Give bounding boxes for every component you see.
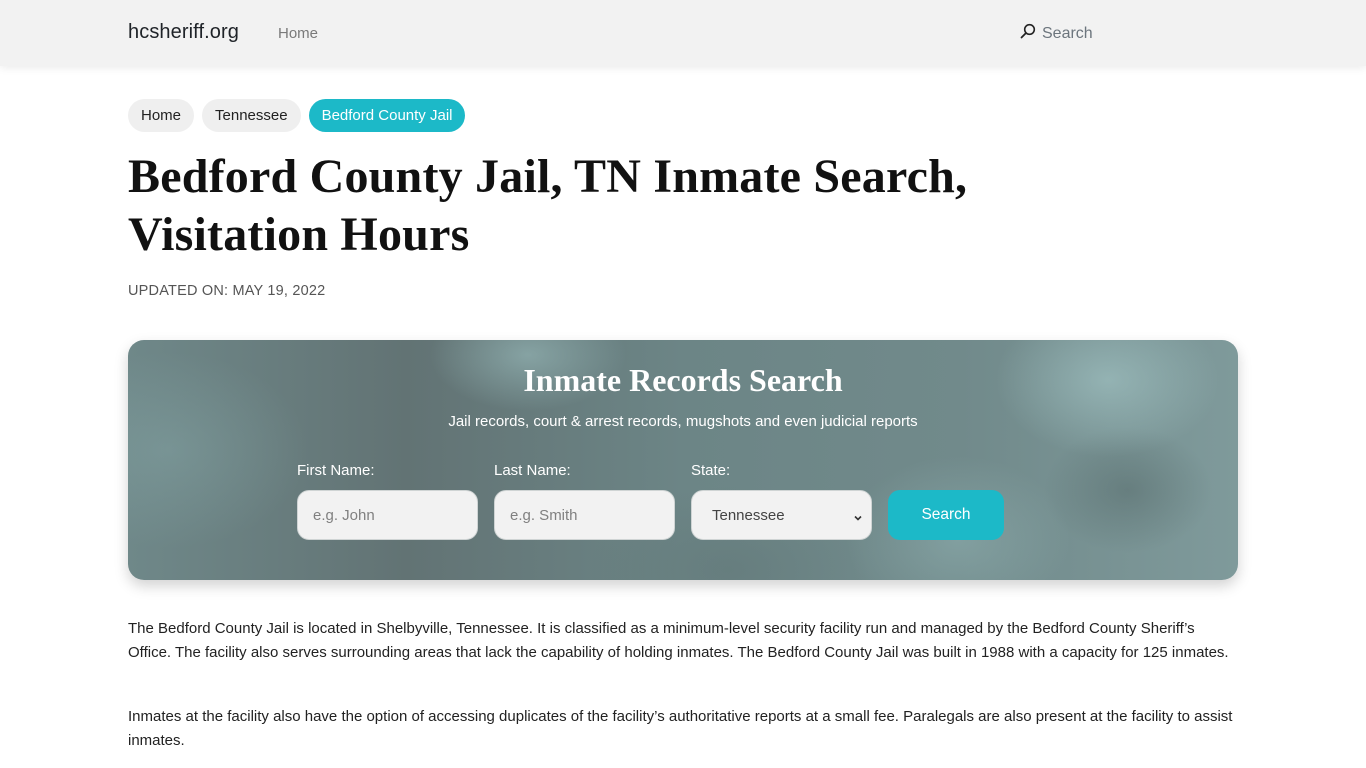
search-icon xyxy=(1020,23,1036,44)
content-paragraph: Inmates at the facility also have the op… xyxy=(128,708,1233,749)
search-button[interactable]: Search xyxy=(888,490,1004,540)
nav-home-link[interactable]: Home xyxy=(278,25,318,42)
state-select-value: Tennessee xyxy=(712,506,785,524)
breadcrumb: Home Tennessee Bedford County Jail xyxy=(128,99,466,132)
last-name-label: Last Name: xyxy=(494,462,571,479)
content-paragraph: The Bedford County Jail is located in Sh… xyxy=(128,620,1229,661)
first-name-label: First Name: xyxy=(297,462,375,479)
first-name-input[interactable] xyxy=(297,490,478,540)
top-navbar: hcsheriff.org Home Search xyxy=(0,0,1366,66)
breadcrumb-home[interactable]: Home xyxy=(128,99,195,132)
inmate-search-card: Inmate Records Search Jail records, cour… xyxy=(128,340,1238,580)
last-name-input[interactable] xyxy=(494,490,675,540)
nav-search-label: Search xyxy=(1042,24,1093,42)
search-card-title: Inmate Records Search xyxy=(523,362,843,398)
page-title: Bedford County Jail, TN Inmate Search, V… xyxy=(128,150,968,261)
search-card-subtitle: Jail records, court & arrest records, mu… xyxy=(448,413,918,430)
state-label: State: xyxy=(691,462,731,479)
nav-search-button[interactable]: Search xyxy=(1020,23,1093,44)
updated-date: UPDATED ON: MAY 19, 2022 xyxy=(128,283,326,299)
state-select[interactable]: Tennessee xyxy=(691,490,872,540)
breadcrumb-tennessee[interactable]: Tennessee xyxy=(202,99,301,132)
chevron-down-icon xyxy=(853,510,863,521)
site-logo-link[interactable]: hcsheriff.org xyxy=(128,21,239,44)
breadcrumb-bedford-county-jail[interactable]: Bedford County Jail xyxy=(308,99,466,132)
